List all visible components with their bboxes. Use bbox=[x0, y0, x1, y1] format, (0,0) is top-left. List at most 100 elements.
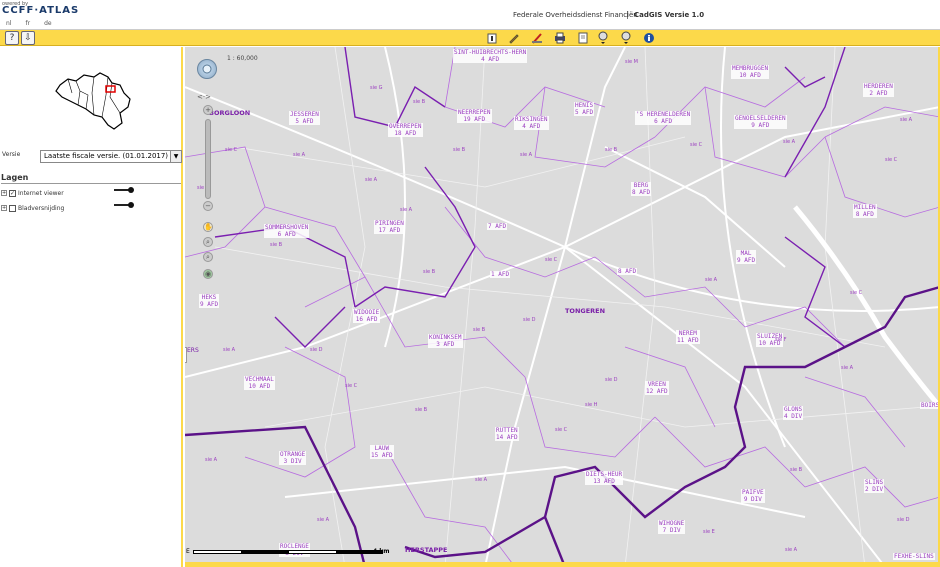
about-icon bbox=[644, 32, 654, 43]
expand-icon[interactable]: + bbox=[1, 190, 7, 196]
main-toolbar: ? ⇩ bbox=[0, 30, 940, 46]
section-mark: sie G bbox=[370, 85, 383, 91]
town-label: HERSTAPPE bbox=[405, 546, 448, 554]
pan-arrows-icon[interactable]: <·> bbox=[197, 93, 211, 101]
measure-tool-button[interactable] bbox=[530, 31, 544, 44]
section-mark: sie C bbox=[850, 290, 863, 296]
document-tool-button[interactable] bbox=[576, 31, 590, 44]
print-tool-button[interactable] bbox=[553, 31, 567, 44]
map-label: NEERREPEN 19 AFD bbox=[457, 109, 492, 123]
edge-town-label: ERS bbox=[187, 347, 199, 354]
map-label: FEXHE-SLINS bbox=[893, 553, 935, 560]
map-label: PAIFVE 9 DIV bbox=[741, 489, 765, 503]
slider-handle[interactable] bbox=[128, 187, 134, 193]
language-switcher: nl fr de bbox=[6, 20, 52, 27]
map-label: 1 AFD bbox=[490, 271, 511, 278]
map-label: SINT-HUIBRECHTS-HERN 4 AFD bbox=[453, 49, 528, 63]
search-parcel-icon bbox=[598, 31, 608, 44]
section-mark: sie C bbox=[225, 147, 238, 153]
pencil-icon bbox=[509, 33, 519, 44]
scale-bar bbox=[193, 550, 383, 554]
layer-checkbox-bladversnijding[interactable] bbox=[9, 204, 16, 212]
language-link-fr[interactable]: fr bbox=[25, 20, 30, 27]
full-extent-button[interactable]: ◉ bbox=[203, 269, 213, 279]
zoom-out-button[interactable]: − bbox=[203, 201, 213, 211]
section-mark: sie A bbox=[365, 177, 378, 183]
section-mark: sie A bbox=[293, 152, 306, 158]
compass-icon bbox=[202, 64, 212, 74]
help-button[interactable]: ? bbox=[5, 31, 19, 45]
language-link-de[interactable]: de bbox=[44, 20, 52, 27]
section-mark: sie F bbox=[775, 337, 787, 343]
section-mark: sie B bbox=[790, 467, 803, 473]
pencil-tool-button[interactable] bbox=[507, 31, 521, 44]
map-label: GENOELSELDEREN 9 AFD bbox=[734, 115, 787, 129]
section-mark: sie A bbox=[705, 277, 718, 283]
section-mark: sie C bbox=[545, 257, 558, 263]
header-separator: | bbox=[626, 10, 629, 19]
town-label: TONGEREN bbox=[565, 307, 606, 315]
section-mark: sie A bbox=[783, 139, 796, 145]
scale-label: 4 km bbox=[373, 548, 390, 555]
search-address-tool-button[interactable] bbox=[619, 31, 633, 44]
section-mark: sie B bbox=[413, 99, 426, 105]
section-mark: sie A bbox=[841, 365, 854, 371]
section-mark: sie A bbox=[205, 457, 218, 463]
map-bottom-border bbox=[185, 562, 940, 567]
map-label: JESSEREN 5 AFD bbox=[289, 111, 320, 125]
download-icon: ⇩ bbox=[24, 33, 32, 43]
map-label: SLINS 2 DIV bbox=[864, 479, 885, 493]
download-button[interactable]: ⇩ bbox=[21, 31, 35, 45]
section-mark: sie B bbox=[415, 407, 428, 413]
globe-icon: ◉ bbox=[204, 270, 212, 278]
help-icon: ? bbox=[9, 33, 15, 43]
layer-checkbox-internet-viewer[interactable]: ✓ bbox=[9, 189, 16, 197]
info-tool-button[interactable] bbox=[485, 31, 499, 44]
hand-tool-button[interactable]: ✋ bbox=[203, 222, 213, 232]
map-label: OVERREPEN 18 AFD bbox=[388, 123, 423, 137]
section-mark: sie B bbox=[605, 147, 618, 153]
section-mark: sie H bbox=[585, 402, 598, 408]
map-label: VREEN 12 AFD bbox=[645, 381, 669, 395]
map-label: DIETS-HEUR 13 AFD bbox=[585, 471, 624, 485]
language-link-nl[interactable]: nl bbox=[6, 20, 11, 27]
map-label: 8 AFD bbox=[617, 268, 638, 275]
layer-label: Bladversnijding bbox=[18, 204, 65, 212]
map-label: LAUW 15 AFD bbox=[370, 445, 394, 459]
ccff-atlas-logo[interactable]: CCFF·ATLAS bbox=[2, 5, 79, 16]
map-label: SOMMERSHOVEN 6 AFD bbox=[264, 224, 310, 238]
zoom-in-button[interactable]: + bbox=[203, 105, 213, 115]
layer-label: Internet viewer bbox=[18, 189, 64, 197]
versie-dropdown[interactable]: Laatste fiscale versie. (01.01.2017) ▼ bbox=[40, 150, 182, 163]
slider-handle[interactable] bbox=[128, 202, 134, 208]
search-parcel-tool-button[interactable] bbox=[596, 31, 610, 44]
zoom-prev-button[interactable]: ⌕ bbox=[203, 252, 213, 262]
map-label: HENIS 5 AFD bbox=[574, 102, 595, 116]
app-header: owered by CCFF·ATLAS nl fr de Federale O… bbox=[0, 0, 940, 30]
overview-map-belgium[interactable] bbox=[50, 67, 135, 135]
map-label: MAL 9 AFD bbox=[736, 250, 757, 264]
zoom-slider[interactable] bbox=[205, 119, 211, 199]
opacity-slider-bladversnijding[interactable] bbox=[114, 202, 134, 208]
print-icon bbox=[555, 32, 565, 43]
map-canvas[interactable] bbox=[185, 47, 940, 567]
chevron-down-icon[interactable]: ▼ bbox=[170, 151, 181, 162]
expand-icon[interactable]: + bbox=[1, 205, 7, 211]
section-mark: sie D bbox=[897, 517, 910, 523]
section-mark: sie M bbox=[625, 59, 638, 65]
map-label: PIRINGEN 17 AFD bbox=[374, 220, 405, 234]
cadastral-map[interactable]: BORGLOON TONGEREN HERSTAPPE SINT-HUIBREC… bbox=[185, 47, 940, 567]
pan-control[interactable] bbox=[197, 59, 217, 79]
agency-name: Federale Overheidsdienst Financiën bbox=[513, 11, 638, 19]
opacity-slider-internet-viewer[interactable] bbox=[114, 187, 134, 193]
about-tool-button[interactable] bbox=[642, 31, 656, 44]
zoom-box-button[interactable]: ⌕ bbox=[203, 237, 213, 247]
section-mark: sie A bbox=[785, 547, 798, 553]
map-label: WIDOOIE 16 AFD bbox=[353, 309, 381, 323]
info-icon bbox=[487, 33, 497, 43]
section-mark: sie A bbox=[317, 517, 330, 523]
document-icon bbox=[578, 32, 588, 43]
map-label: RIKSINGEN 4 AFD bbox=[514, 116, 549, 130]
section-mark: sie B bbox=[270, 242, 283, 248]
map-label: RUTTEN 14 AFD bbox=[495, 427, 519, 441]
